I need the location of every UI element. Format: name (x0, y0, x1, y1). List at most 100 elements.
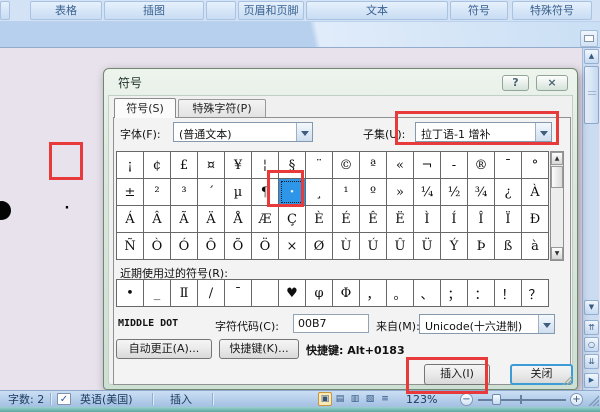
recent-symbol-cell[interactable] (252, 280, 278, 306)
symbol-cell[interactable]: Ù (333, 233, 359, 259)
char-code-input[interactable]: 00B7 (293, 314, 369, 333)
symbol-cell[interactable]: Ö (252, 233, 278, 259)
window-resize-grip[interactable] (587, 394, 599, 406)
symbol-cell[interactable]: Ó (171, 233, 197, 259)
recent-symbol-cell[interactable]: ¯ (225, 280, 251, 306)
symbol-cell[interactable]: Ñ (117, 233, 143, 259)
ruler-toggle-button[interactable] (580, 30, 598, 47)
spellcheck-icon[interactable]: ✓ (57, 393, 71, 405)
symbol-cell[interactable]: Ü (414, 233, 440, 259)
recent-symbol-cell[interactable]: 。 (387, 280, 413, 306)
symbol-cell[interactable]: Ú (360, 233, 386, 259)
view-icon-4[interactable]: ≡ (378, 392, 392, 406)
insert-mode-indicator[interactable]: 插入 (170, 392, 192, 407)
browse-next-button[interactable]: ⇊ (584, 354, 599, 369)
symbol-cell[interactable]: ° (522, 152, 548, 178)
symbol-cell[interactable]: ¢ (144, 152, 170, 178)
symbol-cell[interactable]: × (279, 233, 305, 259)
symbol-cell[interactable]: Æ (252, 206, 278, 232)
symbol-cell[interactable]: ª (360, 152, 386, 178)
recent-symbol-cell[interactable]: ♥ (279, 280, 305, 306)
symbol-cell[interactable]: ¥ (225, 152, 251, 178)
symbol-cell[interactable]: Ý (441, 233, 467, 259)
symbol-cell[interactable]: À (522, 179, 548, 205)
symbol-cell[interactable]: £ (171, 152, 197, 178)
language-indicator[interactable]: 英语(美国) (80, 392, 133, 407)
scroll-down-button[interactable]: ▼ (584, 300, 599, 315)
symbol-cell[interactable]: » (387, 179, 413, 205)
symbol-cell[interactable]: Å (225, 206, 251, 232)
zoom-level[interactable]: 123% (406, 392, 437, 407)
ribbon-group-特殊符号[interactable]: 特殊符号 (512, 1, 592, 20)
symbol-cell[interactable]: ³ (171, 179, 197, 205)
symbol-cell[interactable]: ½ (441, 179, 467, 205)
symbol-cell[interactable]: à (522, 233, 548, 259)
tab-special-characters[interactable]: 特殊字符(P) (178, 99, 266, 118)
symbol-cell[interactable]: - (441, 152, 467, 178)
zoom-out-button[interactable]: − (460, 393, 473, 406)
symbol-cell[interactable]: Î (468, 206, 494, 232)
symbol-cell[interactable]: Ã (171, 206, 197, 232)
recent-symbol-cell[interactable]: ， (360, 280, 386, 306)
view-icon-2[interactable]: ▥ (348, 392, 362, 406)
symbol-cell[interactable]: Ø (306, 233, 332, 259)
symbol-cell[interactable]: Ô (198, 233, 224, 259)
grid-scroll-down-icon[interactable]: ▼ (551, 247, 563, 260)
browse-object-button[interactable]: ○ (584, 337, 599, 352)
grid-scroll-thumb[interactable] (551, 166, 563, 188)
chevron-down-icon[interactable] (296, 123, 312, 141)
symbol-cell[interactable]: Í (441, 206, 467, 232)
scroll-up-button[interactable]: ▲ (584, 49, 599, 64)
symbol-cell[interactable]: Á (117, 206, 143, 232)
ribbon-group-符号[interactable]: 符号 (450, 1, 508, 20)
symbol-cell[interactable]: Ë (387, 206, 413, 232)
symbol-cell[interactable]: ¨ (306, 152, 332, 178)
zoom-slider-thumb[interactable] (492, 394, 501, 405)
symbol-cell[interactable]: ¯ (495, 152, 521, 178)
ribbon-group-页眉和页脚[interactable]: 页眉和页脚 (238, 1, 304, 20)
zoom-in-button[interactable]: + (570, 393, 583, 406)
recent-symbol-cell[interactable]: _ (144, 280, 170, 306)
symbol-cell[interactable]: È (306, 206, 332, 232)
symbol-cell[interactable]: © (333, 152, 359, 178)
symbol-cell[interactable]: ¹ (333, 179, 359, 205)
symbol-cell[interactable]: Ê (360, 206, 386, 232)
browse-previous-button[interactable]: ⇈ (584, 320, 599, 335)
symbol-cell[interactable]: º (360, 179, 386, 205)
recent-symbol-cell[interactable]: ； (441, 280, 467, 306)
ribbon-group-表格[interactable]: 表格 (30, 1, 102, 20)
close-icon[interactable]: × (536, 75, 568, 91)
recent-symbol-cell[interactable]: Φ (333, 280, 359, 306)
ribbon-group-blank[interactable] (206, 1, 236, 20)
symbol-cell[interactable]: ® (468, 152, 494, 178)
view-icon-1[interactable]: ▤ (333, 392, 347, 406)
document-scrollbar[interactable]: ▲ ▼ ⇈ ○ ⇊ ▶ (582, 48, 599, 390)
hscroll-right-button[interactable]: ▶ (584, 373, 599, 388)
symbol-cell[interactable]: ¾ (468, 179, 494, 205)
dialog-resize-grip[interactable] (561, 374, 572, 385)
symbol-cell[interactable]: Ä (198, 206, 224, 232)
symbol-cell[interactable]: ¡ (117, 152, 143, 178)
font-select[interactable]: (普通文本) (173, 122, 313, 142)
chevron-down-icon[interactable] (538, 315, 554, 333)
view-icon-0[interactable]: ▣ (318, 392, 332, 406)
shortcut-key-button[interactable]: 快捷键(K)... (219, 339, 299, 359)
recent-symbol-cell[interactable]: / (198, 280, 224, 306)
recent-symbol-cell[interactable]: • (117, 280, 143, 306)
symbol-cell[interactable]: ¿ (495, 179, 521, 205)
recent-symbol-cell[interactable]: φ (306, 280, 332, 306)
symbol-cell[interactable]: É (333, 206, 359, 232)
symbol-cell[interactable]: ´ (198, 179, 224, 205)
symbol-cell[interactable]: « (387, 152, 413, 178)
recent-symbol-cell[interactable]: Ⅱ (171, 280, 197, 306)
symbol-cell[interactable]: ¼ (414, 179, 440, 205)
symbol-cell[interactable]: Þ (468, 233, 494, 259)
recent-symbol-cell[interactable]: ？ (522, 280, 548, 306)
symbol-cell[interactable]: Ï (495, 206, 521, 232)
ribbon-group-blank[interactable] (0, 1, 10, 20)
symbol-cell[interactable]: Õ (225, 233, 251, 259)
symbol-cell[interactable]: Â (144, 206, 170, 232)
ribbon-group-插图[interactable]: 插图 (104, 1, 204, 20)
view-icon-3[interactable]: ▧ (363, 392, 377, 406)
from-select[interactable]: Unicode(十六进制) (419, 314, 555, 334)
